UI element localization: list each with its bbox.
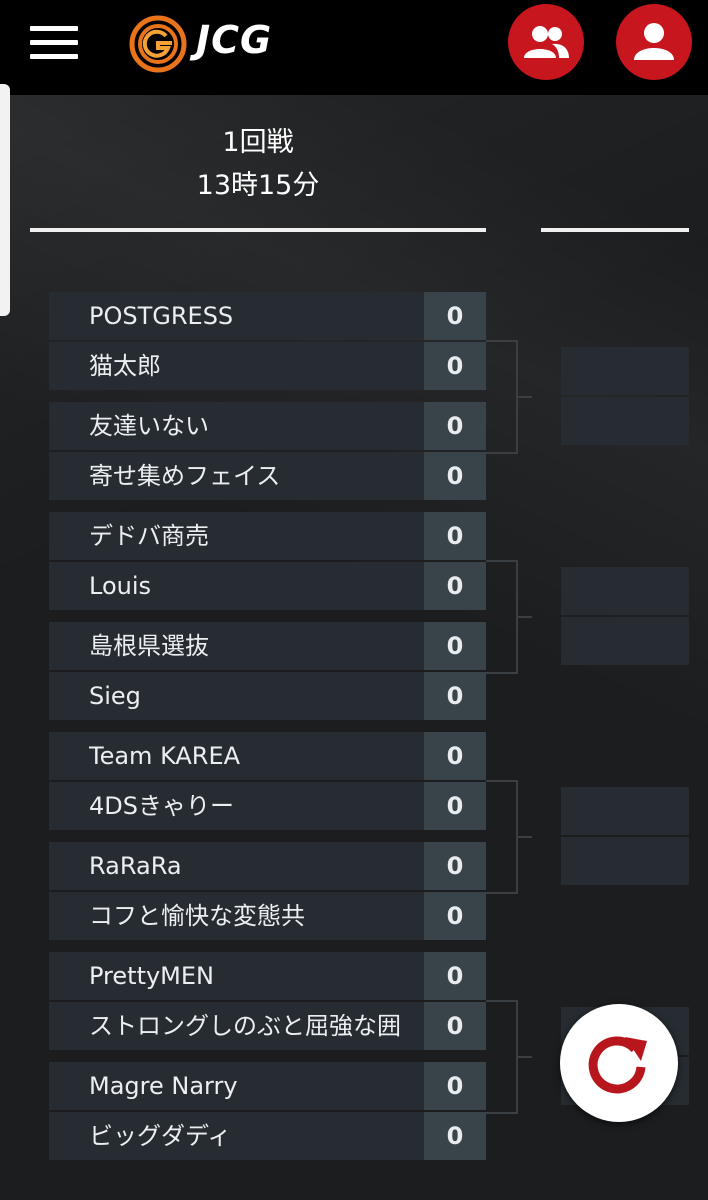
person-icon [634,23,674,60]
team-row[interactable]: PrettyMEN 0 [49,952,486,1000]
team-score: 0 [424,452,486,500]
bracket-connector [486,780,518,894]
bracket-connector [486,560,518,674]
team-score: 0 [424,562,486,610]
team-score: 0 [424,842,486,890]
team-score: 0 [424,402,486,450]
top-navigation-bar: JCG [0,0,708,95]
team-name: Team KAREA [89,742,241,770]
team-row[interactable]: Magre Narry 0 [49,1062,486,1110]
next-round-slot[interactable] [561,347,689,395]
bracket-connector [516,616,532,618]
team-name: 寄せ集めフェイス [89,462,281,490]
team-name: POSTGRESS [89,302,234,330]
team-score: 0 [424,952,486,1000]
team-row[interactable]: RaRaRa 0 [49,842,486,890]
round-divider [30,228,486,232]
team-row[interactable]: 友達いない 0 [49,402,486,450]
team-score: 0 [424,782,486,830]
next-round-divider [541,228,689,232]
teams-button[interactable] [508,4,584,80]
team-name: 島根県選抜 [89,632,209,660]
team-row[interactable]: ビッグダディ 0 [49,1112,486,1160]
round-title: 1回戦 [222,127,294,158]
bracket-connector [486,340,518,454]
team-row[interactable]: 島根県選抜 0 [49,622,486,670]
team-row[interactable]: POSTGRESS 0 [49,292,486,340]
team-score: 0 [424,1002,486,1050]
team-name: Magre Narry [89,1072,238,1100]
brand-name[interactable]: JCG [196,18,272,62]
side-drawer-handle[interactable] [0,84,10,316]
team-score: 0 [424,672,486,720]
next-round-slot[interactable] [561,787,689,835]
team-name: コフと愉快な変態共 [89,902,305,930]
team-row[interactable]: Team KAREA 0 [49,732,486,780]
account-button[interactable] [616,4,692,80]
team-name: PrettyMEN [89,962,215,990]
team-score: 0 [424,512,486,560]
team-row[interactable]: コフと愉快な変態共 0 [49,892,486,940]
next-round-slot[interactable] [561,837,689,885]
next-round-slot[interactable] [561,617,689,665]
refresh-button[interactable] [560,1004,678,1122]
team-row[interactable]: ストロングしのぶと屈強な囲 0 [49,1002,486,1050]
team-row[interactable]: 猫太郎 0 [49,342,486,390]
bracket-connector [486,1000,518,1114]
bracket-connector [516,836,532,838]
round-time: 13時15分 [196,170,320,201]
team-name: デドバ商売 [89,522,209,550]
jcg-logo-icon[interactable] [128,14,188,74]
team-name: 猫太郎 [89,352,161,380]
team-name: ストロングしのぶと屈強な囲 [89,1012,401,1040]
hamburger-menu-icon[interactable] [30,26,78,60]
next-round-slot[interactable] [561,397,689,445]
team-score: 0 [424,1062,486,1110]
team-row[interactable]: デドバ商売 0 [49,512,486,560]
team-row[interactable]: 4DSきゃりー 0 [49,782,486,830]
team-score: 0 [424,292,486,340]
next-round-slot[interactable] [561,567,689,615]
team-score: 0 [424,892,486,940]
team-row[interactable]: 寄せ集めフェイス 0 [49,452,486,500]
team-score: 0 [424,732,486,780]
team-score: 0 [424,622,486,670]
team-row[interactable]: Sieg 0 [49,672,486,720]
team-score: 0 [424,342,486,390]
bracket-connector [516,396,532,398]
team-name: 友達いない [89,412,209,440]
team-name: RaRaRa [89,852,182,880]
team-name: ビッグダディ [89,1122,232,1150]
refresh-icon [588,1036,647,1094]
team-score: 0 [424,1112,486,1160]
team-name: Sieg [89,682,141,710]
team-name: Louis [89,572,152,600]
bracket-connector [516,1056,532,1058]
group-icon [524,26,569,58]
team-row[interactable]: Louis 0 [49,562,486,610]
team-name: 4DSきゃりー [89,792,234,820]
